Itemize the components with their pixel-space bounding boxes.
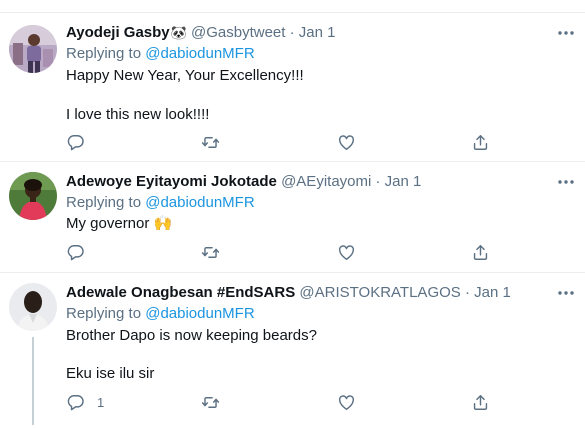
replying-prefix: Replying to: [66, 194, 142, 211]
reply-icon: [67, 134, 84, 150]
avatar[interactable]: [9, 172, 57, 220]
share-button[interactable]: [471, 241, 490, 263]
like-button[interactable]: [337, 131, 356, 153]
reply-icon: [67, 244, 84, 260]
retweet-icon: [201, 396, 220, 408]
retweet-icon: [201, 136, 220, 148]
tweet-date[interactable]: Jan 1: [474, 284, 511, 301]
like-icon: [338, 394, 355, 410]
replies-feed: Ayodeji Gasby🐼 @Gasbytweet · Jan 1 Reply…: [0, 0, 585, 428]
like-button[interactable]: [337, 241, 356, 263]
tweet-header: Adewale Onagbesan #EndSARS @ARISTOKRATLA…: [66, 283, 511, 303]
mention-link[interactable]: @dabiodunMFR: [145, 45, 254, 62]
user-handle[interactable]: @Gasbytweet: [191, 24, 285, 41]
tweet-text-line: I love this new look!!!!: [66, 106, 210, 123]
display-name[interactable]: Adewale Onagbesan #EndSARS: [66, 284, 295, 301]
more-icon[interactable]: [557, 179, 575, 185]
separator-dot: ·: [289, 24, 295, 41]
mention-link[interactable]: @dabiodunMFR: [145, 194, 254, 211]
display-name[interactable]: Adewoye Eyitayomi Jokotade: [66, 173, 277, 190]
tweet-actions: [66, 241, 496, 263]
like-icon: [338, 244, 355, 260]
tweet[interactable]: Adewale Onagbesan #EndSARS @ARISTOKRATLA…: [0, 273, 585, 428]
tweet-text-line: Happy New Year, Your Excellency!!!: [66, 67, 304, 84]
tweet-text-line: My governor 🙌: [66, 215, 173, 232]
avatar[interactable]: [9, 283, 57, 331]
retweet-button[interactable]: [201, 391, 220, 413]
reply-button[interactable]: [66, 131, 97, 153]
tweet[interactable]: Ayodeji Gasby🐼 @Gasbytweet · Jan 1 Reply…: [0, 13, 585, 161]
retweet-icon: [201, 246, 220, 258]
tweet-header: Adewoye Eyitayomi Jokotade @AEyitayomi ·…: [66, 172, 421, 192]
share-button[interactable]: [471, 131, 490, 153]
more-icon[interactable]: [557, 30, 575, 36]
replying-to: Replying to @dabiodunMFR: [66, 193, 255, 213]
reply-icon: [67, 394, 84, 410]
mention-link[interactable]: @dabiodunMFR: [145, 305, 254, 322]
reply-button[interactable]: [66, 241, 97, 263]
thread-line: [32, 337, 34, 425]
tweet-actions: 1: [66, 391, 496, 413]
user-handle[interactable]: @ARISTOKRATLAGOS: [299, 284, 460, 301]
replying-prefix: Replying to: [66, 305, 142, 322]
user-handle[interactable]: @AEyitayomi: [281, 173, 371, 190]
retweet-button[interactable]: [201, 241, 220, 263]
reply-button[interactable]: 1: [66, 391, 104, 413]
like-button[interactable]: [337, 391, 356, 413]
share-icon: [473, 244, 488, 260]
display-name[interactable]: Ayodeji Gasby: [66, 24, 170, 41]
tweet-text-line: Eku ise ilu sir: [66, 365, 155, 382]
tweet-date[interactable]: Jan 1: [299, 24, 336, 41]
retweet-button[interactable]: [201, 131, 220, 153]
share-icon: [473, 134, 488, 150]
tweet-text-line: Brother Dapo is now keeping beards?: [66, 327, 317, 344]
like-icon: [338, 134, 355, 150]
reply-count: 1: [97, 394, 105, 410]
replying-prefix: Replying to: [66, 45, 142, 62]
tweet-actions: [66, 131, 496, 153]
replying-to: Replying to @dabiodunMFR: [66, 304, 255, 324]
share-icon: [473, 394, 488, 410]
avatar[interactable]: [9, 25, 57, 73]
tweet-header: Ayodeji Gasby🐼 @Gasbytweet · Jan 1: [66, 23, 336, 43]
share-button[interactable]: [471, 391, 490, 413]
replying-to: Replying to @dabiodunMFR: [66, 44, 255, 64]
tweet-date[interactable]: Jan 1: [385, 173, 422, 190]
separator-dot: ·: [464, 284, 470, 301]
panda-emoji: 🐼: [170, 25, 187, 40]
tweet[interactable]: Adewoye Eyitayomi Jokotade @AEyitayomi ·…: [0, 162, 585, 272]
more-icon[interactable]: [557, 290, 575, 296]
separator-dot: ·: [375, 173, 381, 190]
